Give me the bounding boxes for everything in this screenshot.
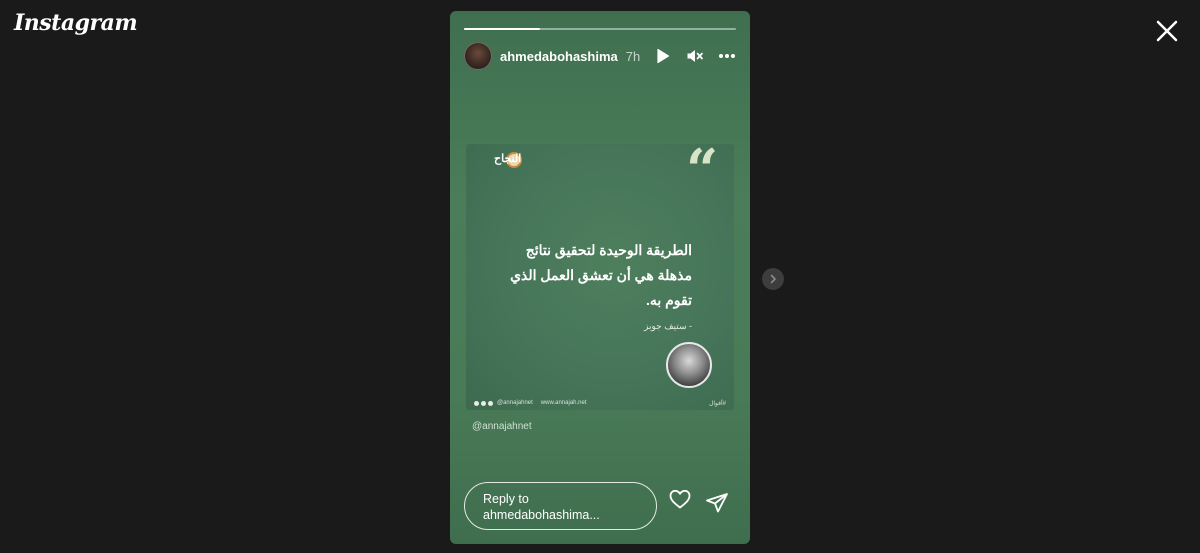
story-time: 7h [625,48,641,64]
chevron-right-icon [770,274,776,284]
next-story-button[interactable] [762,268,784,290]
more-options-button[interactable] [718,47,736,65]
story-viewer[interactable]: ahmedabohashima 7h النجاح “ الطريقة الوح… [450,11,750,544]
more-icon [719,54,735,58]
instagram-logo[interactable]: Instagram [14,10,138,36]
author-portrait [666,342,712,388]
story-username[interactable]: ahmedabohashima [500,49,618,64]
card-footer-handle: @annajahnet [497,400,533,406]
play-button[interactable] [654,47,672,65]
card-brand: النجاح [494,153,522,165]
close-icon [1156,20,1178,42]
quote-text: الطريقة الوحيدة لتحقيق نتائج مذهلة هي أن… [510,242,692,308]
story-progress-fill [464,28,541,30]
send-icon [706,493,728,513]
card-footer: @annajahnet www.annajah.net #أقوال [466,396,734,410]
quote-mark: “ [686,144,719,203]
story-progress-bar [464,28,736,30]
mention-sticker[interactable]: @annajahnet [472,421,532,432]
reply-input[interactable]: Reply to ahmedabohashima... [464,482,657,530]
card-footer-tag: #أقوال [709,400,726,407]
close-button[interactable] [1152,16,1182,46]
mute-button[interactable] [686,47,704,65]
quote-author: - ستيف جوبز [644,321,692,331]
social-icons [474,400,493,406]
play-icon [657,48,670,64]
card-footer-site: www.annajah.net [540,400,587,406]
heart-icon [669,489,691,509]
share-button[interactable] [705,491,731,517]
like-button[interactable] [668,487,694,513]
story-image: النجاح “ الطريقة الوحيدة لتحقيق نتائج مذ… [466,144,734,410]
mute-icon [687,50,703,62]
story-header: ahmedabohashima 7h [464,41,736,71]
avatar[interactable] [464,42,492,70]
